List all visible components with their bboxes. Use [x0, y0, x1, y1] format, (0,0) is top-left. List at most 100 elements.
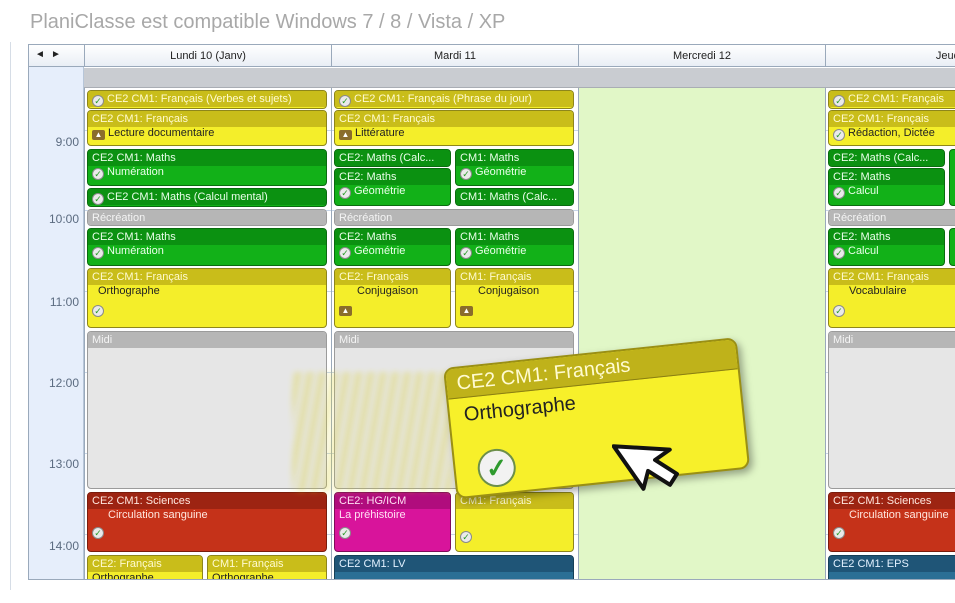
event-block[interactable]: CM1: Français Orthographe	[207, 555, 327, 579]
prev-week-button[interactable]: ◄	[35, 49, 45, 60]
check-icon: ✓	[460, 531, 472, 543]
event-block[interactable]: CE2 CM1: EPS	[828, 555, 955, 579]
event-subject: Rédaction, Dictée	[848, 127, 935, 139]
day-header-thursday[interactable]: Jeudi	[825, 45, 955, 67]
next-week-button[interactable]: ►	[51, 49, 61, 60]
event-subject: Littérature	[355, 127, 405, 139]
event-block[interactable]: CE2: Maths ✓ Géométrie	[334, 228, 451, 266]
event-subject: Géométrie	[475, 166, 527, 178]
event-title: CE2: HG/ICM	[335, 493, 450, 509]
event-block[interactable]: Midi	[87, 331, 327, 489]
event-subject: La préhistoire	[339, 509, 406, 521]
event-subject: Orthographe	[92, 572, 154, 580]
event-block[interactable]: Récréation	[828, 209, 955, 226]
event-subject: Géométrie	[475, 245, 527, 257]
event-block[interactable]: CE2: Maths ✓ Calcul	[828, 228, 945, 266]
event-block[interactable]: ✓ CE2 CM1: Français (Phrase du jour)	[334, 90, 574, 109]
event-title: Récréation	[335, 210, 573, 225]
event-title: CM1: Français	[456, 269, 573, 285]
day-header-monday[interactable]: Lundi 10 (Janv)	[84, 45, 331, 67]
event-subject: Géométrie	[354, 245, 406, 257]
event-block[interactable]: ✓ CE2 CM1: Français	[828, 90, 955, 109]
event-title: CE2 CM1: EPS	[829, 556, 955, 572]
event-subject: Géométrie	[354, 185, 406, 197]
event-block[interactable]: ✓ CE2 CM1: Maths (Calcul mental)	[87, 188, 327, 207]
event-subject: Circulation sanguine	[108, 509, 208, 521]
time-column: 9:00 10:00 11:00 12:00 13:00 14:00	[29, 45, 84, 579]
event-subject: Lecture documentaire	[108, 127, 215, 139]
event-title: Midi	[829, 332, 955, 348]
day-column-thursday[interactable]: ✓ CE2 CM1: Français CE2 CM1: Français ✓ Réd…	[825, 88, 955, 579]
check-icon: ✓	[833, 305, 845, 317]
event-block[interactable]: CE2: HG/ICM La préhistoire ✓	[334, 492, 451, 552]
event-block[interactable]: CM1: Français ✓	[455, 492, 574, 552]
event-subject: Conjugaison	[357, 285, 419, 297]
check-icon: ✓	[833, 187, 845, 199]
event-title: CE2 CM1: Français	[829, 111, 955, 127]
event-block[interactable]: Récréation	[87, 209, 327, 226]
event-title: CE2 CM1: Français (Phrase du jour)	[354, 93, 532, 105]
event-title: CE2 CM1: LV	[335, 556, 573, 572]
page-headline: PlaniClasse est compatible Windows 7 / 8…	[30, 11, 506, 33]
check-icon: ✓	[92, 168, 104, 180]
event-block[interactable]: CM1: Maths ✓ Géométrie	[455, 149, 574, 186]
book-icon: ▲	[339, 306, 352, 316]
event-block[interactable]: CE2 CM1: Français Vocabulaire ✓	[828, 268, 955, 328]
event-block[interactable]: CE2 CM1: Sciences Circulation sanguine ✓	[87, 492, 327, 552]
event-block[interactable]: CE2 CM1: Français ✓ Rédaction, Dictée	[828, 110, 955, 146]
event-block[interactable]: CE2: Maths (Calc...	[828, 149, 945, 167]
check-icon: ✓	[460, 247, 472, 259]
check-icon: ✓	[460, 168, 472, 180]
event-subject: Circulation sanguine	[849, 509, 949, 521]
event-title: CE2: Maths	[829, 169, 944, 185]
event-title: Midi	[335, 332, 573, 348]
event-block[interactable]: CE2 CM1: Français Orthographe ✓	[87, 268, 327, 328]
event-block[interactable]: CE2 CM1: Sciences Circulation sanguine ✓	[828, 492, 955, 552]
time-label: 10:00	[48, 212, 79, 226]
event-block[interactable]: CE2: Français Orthographe	[87, 555, 203, 580]
day-column-monday[interactable]: ✓ CE2 CM1: Français (Verbes et sujets) CE…	[84, 88, 331, 579]
event-title: CE2 CM1: Maths	[88, 150, 326, 166]
event-subject: Vocabulaire	[849, 285, 907, 297]
event-title: CM1: Maths (Calc...	[456, 189, 573, 205]
event-block[interactable]	[949, 149, 955, 206]
time-label: 12:00	[48, 376, 79, 390]
event-title: CE2 CM1: Sciences	[88, 493, 326, 509]
event-block[interactable]: CM1: Français Conjugaison ▲	[455, 268, 574, 328]
event-block[interactable]: CE2: Maths (Calc...	[334, 149, 451, 167]
event-block[interactable]: CE2 CM1: Maths ✓ Numération	[87, 228, 327, 266]
day-header-tuesday[interactable]: Mardi 11	[331, 45, 578, 67]
event-block[interactable]: CE2 CM1: Français ▲ Lecture documentaire	[87, 110, 327, 146]
calendar-grid: 9:00 10:00 11:00 12:00 13:00 14:00 ◄ ► L…	[28, 44, 955, 580]
event-title: CE2 CM1: Maths	[88, 229, 326, 245]
event-block[interactable]	[949, 228, 955, 266]
event-block[interactable]: CM1: Maths ✓ Géométrie	[455, 228, 574, 266]
event-title: CE2: Maths	[829, 229, 944, 245]
event-title: CE2: Français	[335, 269, 450, 285]
event-title: CE2 CM1: Français	[829, 269, 955, 285]
day-column-tuesday[interactable]: ✓ CE2 CM1: Français (Phrase du jour) CE2 …	[331, 88, 578, 579]
event-block[interactable]: Midi	[828, 331, 955, 489]
check-icon: ✓	[475, 447, 518, 489]
check-icon: ✓	[339, 187, 351, 199]
event-block[interactable]: CE2: Maths ✓ Géométrie	[334, 168, 451, 206]
event-title: CE2 CM1: Français	[88, 111, 326, 127]
event-block[interactable]: CE2 CM1: Français ▲ Littérature	[334, 110, 574, 146]
event-subject: Calcul	[848, 185, 879, 197]
event-block[interactable]: CE2 CM1: Maths ✓ Numération	[87, 149, 327, 186]
day-header-row: ◄ ► Lundi 10 (Janv) Mardi 11 Mercredi 12…	[29, 45, 955, 67]
day-header-wednesday[interactable]: Mercredi 12	[578, 45, 825, 67]
check-icon: ✓	[833, 247, 845, 259]
check-icon: ✓	[92, 305, 104, 317]
event-block[interactable]: ✓ CE2 CM1: Français (Verbes et sujets)	[87, 90, 327, 109]
event-title: CE2 CM1: Français	[848, 93, 944, 105]
event-block[interactable]: Récréation	[334, 209, 574, 226]
event-subject: Orthographe	[98, 285, 160, 297]
event-title: Récréation	[829, 210, 955, 225]
event-block[interactable]: CM1: Maths (Calc...	[455, 188, 574, 206]
event-block[interactable]: CE2 CM1: LV	[334, 555, 574, 579]
event-block[interactable]: CE2: Maths ✓ Calcul	[828, 168, 945, 206]
event-title: CE2: Français	[88, 556, 202, 572]
event-block[interactable]: CE2: Français Conjugaison ▲	[334, 268, 451, 328]
event-subject: Calcul	[848, 245, 879, 257]
